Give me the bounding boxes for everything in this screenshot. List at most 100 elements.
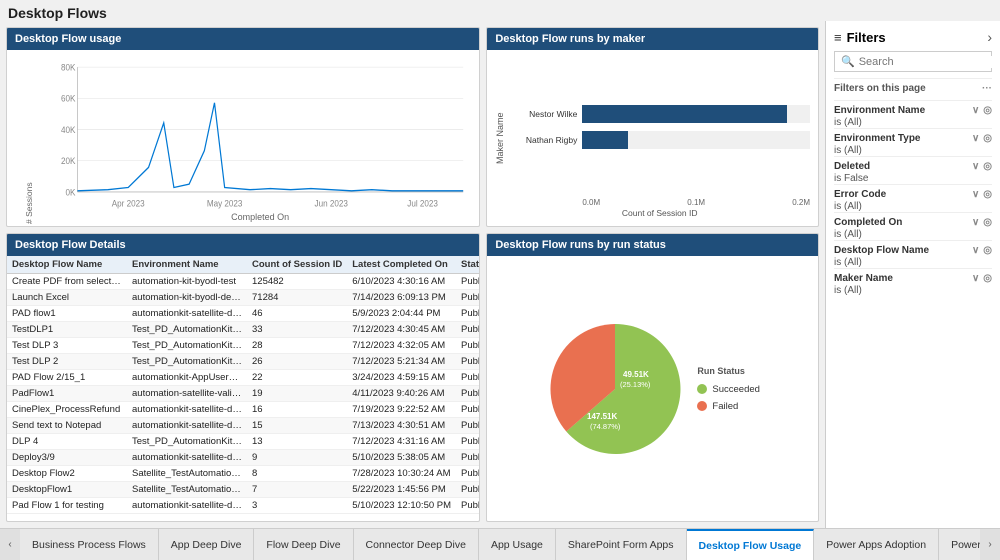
- svg-text:49.51K: 49.51K: [623, 370, 649, 379]
- filter-clear-icon-4[interactable]: ◎: [983, 217, 992, 228]
- filter-value-3: is (All): [834, 201, 992, 212]
- filter-clear-icon-5[interactable]: ◎: [983, 245, 992, 256]
- filter-expand-icon-4[interactable]: ∨: [972, 217, 979, 228]
- filter-clear-icon-1[interactable]: ◎: [983, 133, 992, 144]
- svg-text:40K: 40K: [61, 125, 76, 135]
- svg-text:60K: 60K: [61, 93, 76, 103]
- filter-value-2: is False: [834, 173, 992, 184]
- table-row: Deploy3/9automationkit-satellite-dev95/1…: [7, 450, 479, 466]
- table-row: DLP 4Test_PD_AutomationKit_Satellite137/…: [7, 434, 479, 450]
- filter-value-0: is (All): [834, 117, 992, 128]
- table-row: Create PDF from selected PDF page(s) - C…: [7, 274, 479, 290]
- filter-label-text-2: Deleted: [834, 161, 870, 172]
- filter-label-text-1: Environment Type: [834, 133, 921, 144]
- table-body[interactable]: Desktop Flow Name Environment Name Count…: [7, 256, 479, 521]
- filter-label-text-0: Environment Name: [834, 105, 925, 116]
- svg-text:80K: 80K: [61, 62, 76, 72]
- filters-panel: ≡ Filters › 🔍 Filters on this page ··· E…: [825, 21, 1000, 528]
- filter-value-1: is (All): [834, 145, 992, 156]
- tab-next-btn[interactable]: ›: [980, 529, 1000, 560]
- filter-item-4: Completed On ∨ ◎ is (All): [834, 212, 992, 240]
- filter-icon: ≡: [834, 30, 842, 45]
- tab-bar: ‹ Business Process FlowsApp Deep DiveFlo…: [0, 528, 1000, 560]
- col-env-name: Environment Name: [127, 256, 247, 274]
- svg-text:20K: 20K: [61, 156, 76, 166]
- filter-item-6: Maker Name ∨ ◎ is (All): [834, 268, 992, 296]
- maker-chart-title: Desktop Flow runs by maker: [487, 28, 818, 50]
- filter-value-5: is (All): [834, 257, 992, 268]
- page-title: Desktop Flows: [0, 0, 1000, 21]
- table-row: Desktop Flow2Satellite_TestAutomationKIT…: [7, 466, 479, 482]
- filter-value-6: is (All): [834, 285, 992, 296]
- table-row: Pad Flow 1 for testingautomationkit-sate…: [7, 498, 479, 514]
- table-row: CinePlex_ProcessRefundautomationkit-sate…: [7, 402, 479, 418]
- details-table-title: Desktop Flow Details: [7, 234, 479, 256]
- filter-clear-icon-0[interactable]: ◎: [983, 105, 992, 116]
- table-row: PAD Flow 2/15_1automationkit-AppUserCrea…: [7, 370, 479, 386]
- svg-text:Jul 2023: Jul 2023: [407, 198, 438, 208]
- y-axis-label: # Sessions: [24, 56, 34, 224]
- tab-flow-deep-dive[interactable]: Flow Deep Dive: [254, 529, 353, 560]
- filter-clear-icon-6[interactable]: ◎: [983, 273, 992, 284]
- legend-succeeded: Succeeded: [697, 384, 760, 395]
- col-flow-name: Desktop Flow Name: [7, 256, 127, 274]
- svg-text:0K: 0K: [65, 187, 75, 197]
- col-latest-completed: Latest Completed On: [347, 256, 456, 274]
- search-input[interactable]: [859, 56, 1000, 68]
- maker-bar-nestor: Nestor Wilke: [509, 105, 810, 123]
- filter-clear-icon-3[interactable]: ◎: [983, 189, 992, 200]
- table-row: Test DLP 3Test_PD_AutomationKit_Satellit…: [7, 338, 479, 354]
- svg-text:May 2023: May 2023: [207, 198, 243, 208]
- table-row: PadFlow1automation-satellite-validation1…: [7, 386, 479, 402]
- usage-chart-card: Desktop Flow usage # Sessions: [6, 27, 480, 227]
- maker-y-axis-label: Maker Name: [495, 58, 505, 218]
- table-row: DesktopFlow1Satellite_TestAutomationKIT7…: [7, 482, 479, 498]
- table-row: TestDLP1Test_PD_AutomationKit_Satellite3…: [7, 322, 479, 338]
- tab-app-deep-dive[interactable]: App Deep Dive: [159, 529, 255, 560]
- details-table: Desktop Flow Name Environment Name Count…: [7, 256, 479, 514]
- tab-sharepoint-form-apps[interactable]: SharePoint Form Apps: [556, 529, 687, 560]
- filter-expand-icon-2[interactable]: ∨: [972, 161, 979, 172]
- tab-prev-btn[interactable]: ‹: [0, 529, 20, 560]
- legend-succeeded-label: Succeeded: [712, 384, 760, 395]
- filter-expand-icon-3[interactable]: ∨: [972, 189, 979, 200]
- tab-business-process-flows[interactable]: Business Process Flows: [20, 529, 159, 560]
- pie-chart-svg: 49.51K (25.13%) 147.51K (74.87%): [545, 319, 685, 459]
- table-row: Test DLP 2Test_PD_AutomationKit_Satellit…: [7, 354, 479, 370]
- filter-value-4: is (All): [834, 229, 992, 240]
- col-session-count: Count of Session ID: [247, 256, 347, 274]
- filter-item-1: Environment Type ∨ ◎ is (All): [834, 128, 992, 156]
- svg-text:Apr 2023: Apr 2023: [112, 198, 145, 208]
- filter-clear-icon-2[interactable]: ◎: [983, 161, 992, 172]
- filter-item-3: Error Code ∨ ◎ is (All): [834, 184, 992, 212]
- filters-title: Filters: [847, 30, 886, 45]
- svg-text:147.51K: 147.51K: [587, 412, 617, 421]
- tab-power[interactable]: Power: [939, 529, 980, 560]
- filters-on-page-label: Filters on this page ···: [834, 78, 992, 94]
- maker-bar-nathan: Nathan Rigby: [509, 131, 810, 149]
- legend-failed: Failed: [697, 401, 760, 412]
- tab-desktop-flow-usage[interactable]: Desktop Flow Usage: [687, 529, 815, 560]
- maker-chart-card: Desktop Flow runs by maker Maker Name Ne…: [486, 27, 819, 227]
- filter-label-text-3: Error Code: [834, 189, 886, 200]
- filter-item-0: Environment Name ∨ ◎ is (All): [834, 100, 992, 128]
- run-status-legend-title: Run Status: [697, 366, 760, 376]
- maker-x-label: Count of Session ID: [509, 208, 810, 218]
- tab-app-usage[interactable]: App Usage: [479, 529, 556, 560]
- search-box[interactable]: 🔍: [834, 51, 992, 72]
- filter-expand-icon-0[interactable]: ∨: [972, 105, 979, 116]
- filter-label-text-4: Completed On: [834, 217, 902, 228]
- tab-power-apps-adoption[interactable]: Power Apps Adoption: [814, 529, 939, 560]
- filter-label-text-5: Desktop Flow Name: [834, 245, 929, 256]
- filter-expand-icon-5[interactable]: ∨: [972, 245, 979, 256]
- filter-item-2: Deleted ∨ ◎ is False: [834, 156, 992, 184]
- maker-x-ticks: 0.0M0.1M0.2M: [509, 196, 810, 207]
- filters-close-icon[interactable]: ›: [987, 29, 992, 45]
- filter-expand-icon-6[interactable]: ∨: [972, 273, 979, 284]
- svg-text:Jun 2023: Jun 2023: [315, 198, 349, 208]
- col-state: State: [456, 256, 479, 274]
- filter-expand-icon-1[interactable]: ∨: [972, 133, 979, 144]
- search-icon: 🔍: [841, 55, 855, 68]
- svg-text:(74.87%): (74.87%): [590, 422, 621, 431]
- tab-connector-deep-dive[interactable]: Connector Deep Dive: [354, 529, 479, 560]
